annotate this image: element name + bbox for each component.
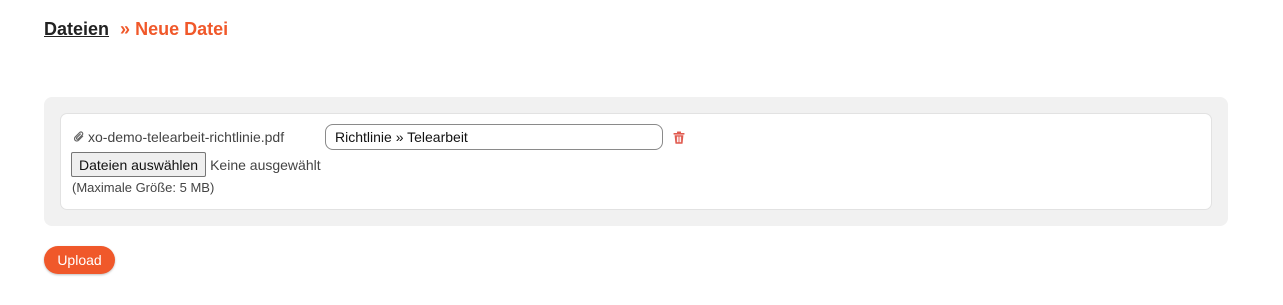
file-entry-card: xo-demo-telearbeit-richtlinie.pdf Dateie…: [60, 113, 1212, 210]
page: Dateien » Neue Datei xo-demo-telearbeit-…: [0, 0, 1283, 305]
breadcrumb-link-dateien[interactable]: Dateien: [44, 19, 109, 39]
no-file-selected-label: Keine ausgewählt: [210, 156, 321, 173]
attached-file-name: xo-demo-telearbeit-richtlinie.pdf: [88, 129, 285, 145]
upload-panel: xo-demo-telearbeit-richtlinie.pdf Dateie…: [44, 97, 1228, 226]
choose-files-button[interactable]: Dateien auswählen: [71, 152, 207, 177]
trash-icon[interactable]: [673, 131, 685, 144]
attached-file: xo-demo-telearbeit-richtlinie.pdf: [74, 129, 284, 145]
max-size-hint: (Maximale Größe: 5 MB): [72, 180, 215, 195]
paperclip-icon: [74, 131, 84, 142]
breadcrumb-separator: »: [120, 19, 131, 39]
upload-button[interactable]: Upload: [44, 246, 115, 274]
file-chooser: Dateien auswählen Keine ausgewählt: [71, 152, 321, 177]
breadcrumb-current-page: Neue Datei: [135, 19, 229, 39]
breadcrumb: Dateien » Neue Datei: [44, 19, 228, 40]
file-title-input[interactable]: [325, 124, 663, 150]
